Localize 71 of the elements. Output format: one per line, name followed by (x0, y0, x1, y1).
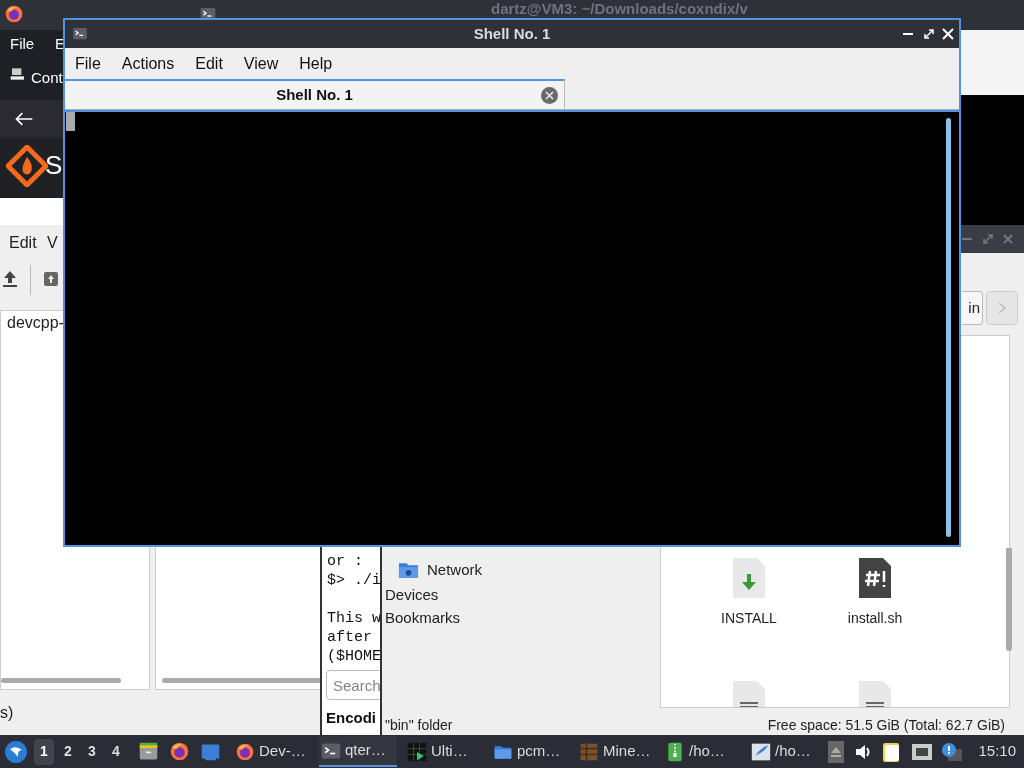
taskbar-button[interactable]: /ho… (749, 736, 827, 767)
window-title: dartz@VM3: ~/Downloads/coxndix/v (491, 0, 748, 18)
file-cabinet-icon[interactable] (138, 741, 159, 762)
menu-item[interactable]: Edit (9, 231, 37, 255)
logo-icon (6, 145, 48, 187)
close-tab-icon[interactable] (541, 87, 558, 104)
chevron-right-icon (998, 302, 1006, 314)
folder-icon (398, 561, 419, 579)
search-field[interactable]: Search (326, 670, 380, 700)
chart-icon (407, 741, 427, 762)
download-file-icon[interactable] (733, 558, 765, 598)
feather-icon (751, 741, 771, 762)
code-line: or : (327, 552, 364, 571)
taskbar-button[interactable]: Ulti… (405, 736, 483, 767)
taskbar-button[interactable]: pcm… (491, 736, 569, 767)
file-name[interactable]: INSTALL (721, 608, 777, 629)
menu-item[interactable]: Actions (121, 51, 175, 76)
workspace-button[interactable]: 4 (106, 738, 126, 765)
menu-item[interactable]: File (75, 51, 101, 76)
workspace-button[interactable]: 2 (58, 738, 78, 765)
tab[interactable]: Shell No. 1 (65, 79, 565, 109)
status-text: "bin" folder (385, 716, 453, 735)
code-line: $> ./i (327, 571, 380, 590)
terminal-icon (71, 26, 89, 41)
menu-item[interactable]: V (47, 231, 58, 255)
section-heading: Encodi (326, 708, 376, 728)
menu-item[interactable]: File (10, 33, 35, 56)
workspace-button[interactable]: 3 (82, 738, 102, 765)
notification-icon[interactable] (942, 742, 963, 761)
sidebar-item[interactable]: Network (427, 558, 482, 582)
firefox-icon (235, 741, 255, 762)
clock: 15:10 (978, 741, 1016, 762)
status-text: s) (0, 703, 14, 723)
network-icon[interactable] (912, 743, 933, 760)
taskbar-button[interactable]: Dev-… (233, 736, 311, 767)
sidebar-heading: Devices (385, 585, 440, 605)
computer-icon (10, 67, 26, 83)
upload-icon[interactable] (2, 270, 18, 288)
status-text: Free space: 51.5 GiB (Total: 62.7 GiB) (767, 716, 1005, 735)
scrollbar[interactable] (162, 678, 322, 683)
page-background (0, 198, 63, 225)
code-line: ($HOME (327, 647, 380, 666)
bookmark-item[interactable]: Cont (31, 67, 63, 90)
firefox-icon (4, 4, 24, 24)
start-menu-icon[interactable] (5, 740, 27, 763)
zip-file-icon (665, 741, 685, 762)
eject-icon[interactable] (828, 740, 845, 763)
taskbar-button[interactable]: /ho… (663, 736, 741, 767)
cursor (66, 112, 75, 131)
workspace-button[interactable]: 1 (34, 738, 54, 765)
sidebar-heading: Bookmarks (385, 608, 462, 628)
site-title: S (45, 150, 63, 180)
crate-icon (579, 741, 599, 762)
menu-item[interactable]: View (243, 51, 279, 76)
scrollbar[interactable] (1006, 548, 1012, 651)
archive-icon[interactable] (43, 271, 59, 287)
window-title: Shell No. 1 (473, 23, 551, 44)
taskbar-button[interactable]: qter… (319, 736, 397, 767)
menu-item[interactable]: Help (299, 51, 333, 76)
firefox-icon[interactable] (169, 741, 190, 762)
path-button[interactable]: in (962, 291, 983, 325)
code-line: This w (327, 609, 380, 628)
scrollbar[interactable] (1, 678, 121, 683)
file-name[interactable]: devcpp- (7, 311, 64, 335)
back-arrow-icon[interactable] (14, 110, 34, 128)
taskbar-button[interactable]: Mine… (577, 736, 655, 767)
menu-item[interactable]: Edit (195, 51, 223, 76)
file-name[interactable]: install.sh (847, 608, 903, 629)
scrollbar[interactable] (946, 118, 951, 537)
code-line: after (327, 628, 373, 647)
script-file-icon[interactable] (859, 558, 891, 598)
